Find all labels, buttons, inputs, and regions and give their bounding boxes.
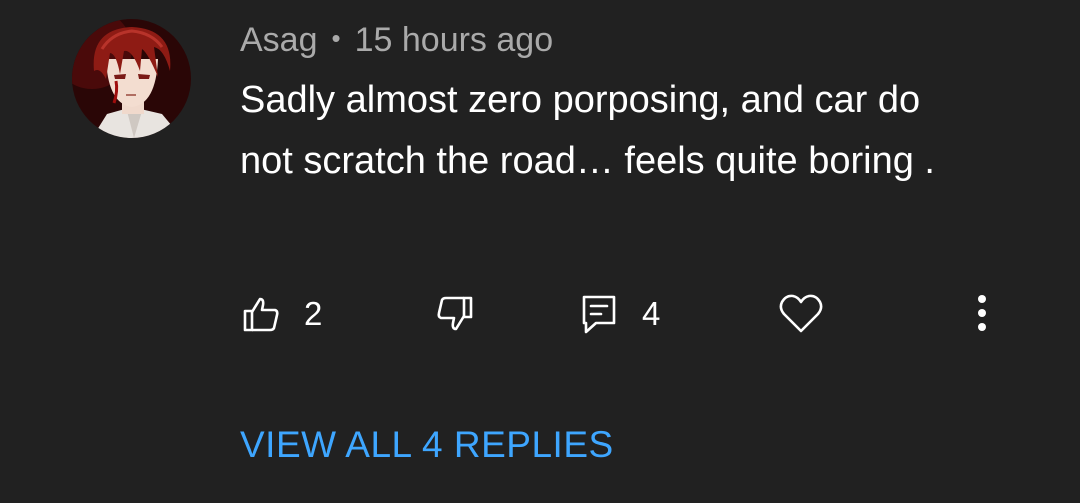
view-all-replies-link[interactable]: VIEW ALL 4 REPLIES	[240, 424, 614, 466]
comment-action-bar: 2 4	[0, 282, 1080, 346]
thumbs-up-icon	[243, 297, 279, 332]
comment-meta: Asag • 15 hours ago	[240, 20, 553, 60]
more-vertical-icon	[978, 295, 986, 331]
comment-text: Sadly almost zero porposing, and car do …	[240, 79, 935, 182]
thumbs-down-icon	[437, 296, 473, 331]
heart-icon	[779, 294, 823, 333]
dislike-button[interactable]	[436, 282, 474, 346]
more-options-button[interactable]	[962, 282, 1002, 346]
meta-separator: •	[331, 22, 341, 53]
reply-count: 4	[642, 295, 661, 332]
avatar[interactable]	[72, 19, 191, 138]
comment-thread: Asag • 15 hours ago Sadly almost zero po…	[0, 0, 1080, 503]
author-name[interactable]: Asag	[240, 21, 318, 60]
reply-comment-icon	[582, 295, 616, 334]
comment-timestamp: 15 hours ago	[354, 20, 554, 59]
heart-button[interactable]	[778, 282, 824, 346]
like-count: 2	[304, 295, 323, 332]
reply-button[interactable]: 4	[580, 282, 660, 346]
anime-avatar-icon	[72, 19, 191, 138]
like-button[interactable]: 2	[242, 282, 322, 346]
